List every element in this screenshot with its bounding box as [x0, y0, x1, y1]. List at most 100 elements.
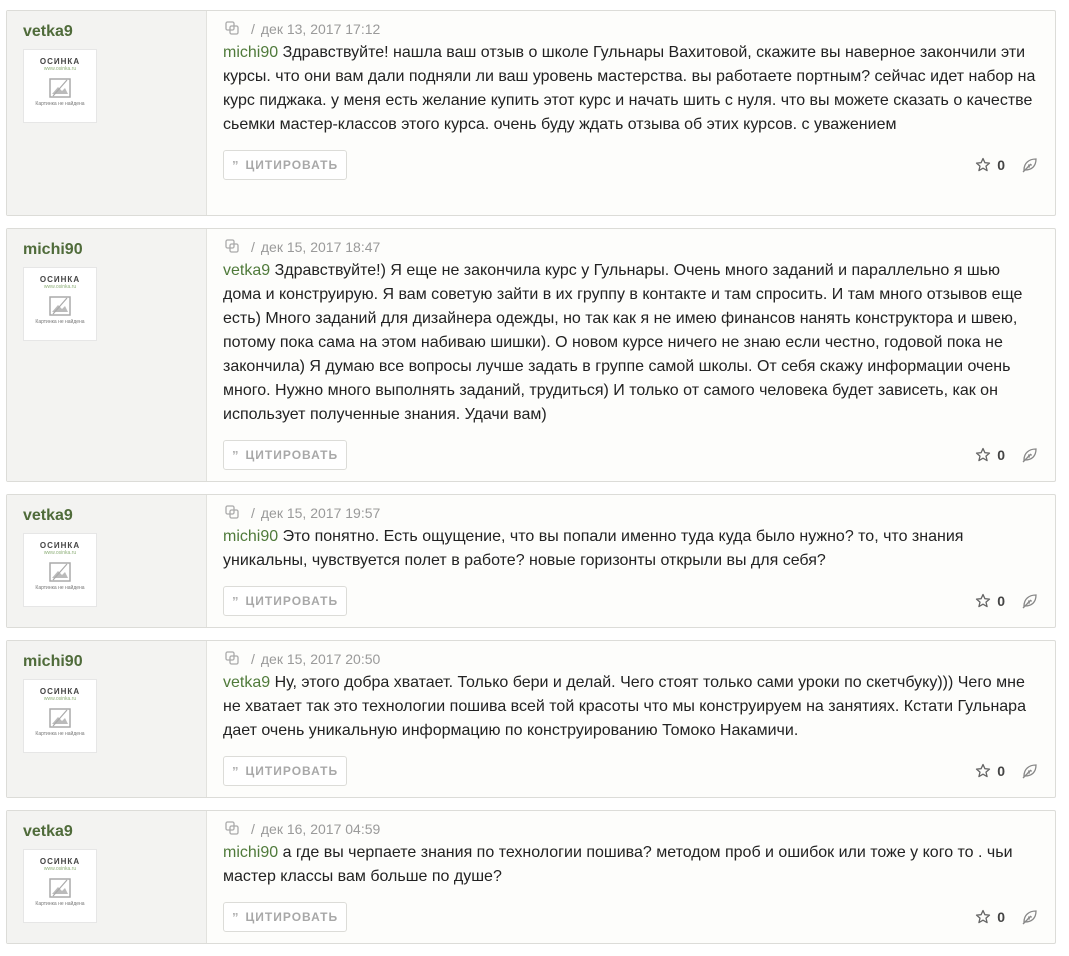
meta-separator: / — [251, 821, 255, 837]
post-body: / дек 13, 2017 17:12 michi90 Здравствуйт… — [207, 11, 1055, 215]
post-list: vetka9 ОСИНКА www.osinka.ru Картинка не … — [6, 10, 1056, 956]
mention-link[interactable]: vetka9 — [223, 262, 270, 279]
quote-icon: ” — [232, 763, 240, 779]
post-sidebar: vetka9 ОСИНКА www.osinka.ru Картинка не … — [7, 811, 207, 943]
avatar[interactable]: ОСИНКА www.osinka.ru Картинка не найдена — [23, 49, 97, 123]
avatar[interactable]: ОСИНКА www.osinka.ru Картинка не найдена — [23, 267, 97, 341]
quote-label: ЦИТИРОВАТЬ — [245, 594, 339, 608]
avatar[interactable]: ОСИНКА www.osinka.ru Картинка не найдена — [23, 533, 97, 607]
star-icon — [976, 157, 991, 172]
post-text: michi90 Это понятно. Есть ощущение, что … — [223, 525, 1039, 573]
quote-icon: ” — [232, 447, 240, 463]
post-date[interactable]: дек 16, 2017 04:59 — [261, 821, 380, 837]
post-message: а где вы черпаете знания по технологии п… — [223, 844, 1013, 885]
post-text: michi90 Здравствуйте! нашла ваш отзыв о … — [223, 41, 1039, 137]
author-name[interactable]: vetka9 — [23, 822, 206, 842]
mention-link[interactable]: michi90 — [223, 528, 278, 545]
quote-label: ЦИТИРОВАТЬ — [245, 158, 339, 172]
avatar[interactable]: ОСИНКА www.osinka.ru Картинка не найдена — [23, 679, 97, 753]
quote-label: ЦИТИРОВАТЬ — [245, 448, 339, 462]
post-sidebar: vetka9 ОСИНКА www.osinka.ru Картинка не … — [7, 495, 207, 627]
star-icon — [976, 909, 991, 924]
forum-post: vetka9 ОСИНКА www.osinka.ru Картинка не … — [6, 810, 1056, 944]
leaf-icon[interactable] — [1021, 909, 1039, 925]
author-name[interactable]: michi90 — [23, 240, 206, 260]
avatar-logo-text: ОСИНКА — [39, 687, 81, 696]
avatar-url-text: www.osinka.ru — [43, 66, 77, 72]
avatar-url-text: www.osinka.ru — [43, 284, 77, 290]
post-body: / дек 16, 2017 04:59 michi90 а где вы че… — [207, 811, 1055, 943]
like-count: 0 — [997, 447, 1005, 463]
avatar-logo-text: ОСИНКА — [39, 857, 81, 866]
avatar-url-text: www.osinka.ru — [43, 696, 77, 702]
quote-label: ЦИТИРОВАТЬ — [245, 910, 339, 924]
post-text: vetka9 Ну, этого добра хватает. Только б… — [223, 671, 1039, 743]
author-name[interactable]: vetka9 — [23, 22, 206, 42]
like-button[interactable]: 0 — [975, 763, 1005, 779]
copy-link-icon[interactable] — [225, 504, 239, 522]
leaf-icon[interactable] — [1021, 157, 1039, 173]
like-button[interactable]: 0 — [975, 447, 1005, 463]
author-name[interactable]: vetka9 — [23, 506, 206, 526]
post-meta: / дек 13, 2017 17:12 — [223, 20, 1039, 38]
post-meta: / дек 15, 2017 19:57 — [223, 504, 1039, 522]
quote-label: ЦИТИРОВАТЬ — [245, 764, 339, 778]
post-reactions: 0 — [975, 157, 1039, 173]
leaf-icon[interactable] — [1021, 447, 1039, 463]
post-actions: ” ЦИТИРОВАТЬ 0 — [223, 902, 1039, 932]
image-missing-icon — [49, 562, 71, 582]
post-sidebar: vetka9 ОСИНКА www.osinka.ru Картинка не … — [7, 11, 207, 215]
post-reactions: 0 — [975, 909, 1039, 925]
forum-post: vetka9 ОСИНКА www.osinka.ru Картинка не … — [6, 494, 1056, 628]
like-count: 0 — [997, 763, 1005, 779]
forum-post: michi90 ОСИНКА www.osinka.ru Картинка не… — [6, 228, 1056, 482]
post-reactions: 0 — [975, 593, 1039, 609]
post-date[interactable]: дек 15, 2017 18:47 — [261, 239, 380, 255]
star-icon — [976, 593, 991, 608]
copy-link-icon[interactable] — [225, 820, 239, 838]
post-date[interactable]: дек 15, 2017 19:57 — [261, 505, 380, 521]
post-actions: ” ЦИТИРОВАТЬ 0 — [223, 756, 1039, 786]
like-button[interactable]: 0 — [975, 157, 1005, 173]
avatar[interactable]: ОСИНКА www.osinka.ru Картинка не найдена — [23, 849, 97, 923]
post-body: / дек 15, 2017 20:50 vetka9 Ну, этого до… — [207, 641, 1055, 797]
leaf-icon[interactable] — [1021, 593, 1039, 609]
avatar-caption: Картинка не найдена — [35, 101, 85, 107]
post-sidebar: michi90 ОСИНКА www.osinka.ru Картинка не… — [7, 229, 207, 481]
avatar-caption: Картинка не найдена — [35, 731, 85, 737]
post-meta: / дек 16, 2017 04:59 — [223, 820, 1039, 838]
post-message: Здравствуйте!) Я еще не закончила курс у… — [223, 262, 1023, 423]
copy-link-icon[interactable] — [225, 650, 239, 668]
post-sidebar: michi90 ОСИНКА www.osinka.ru Картинка не… — [7, 641, 207, 797]
mention-link[interactable]: michi90 — [223, 844, 278, 861]
post-actions: ” ЦИТИРОВАТЬ 0 — [223, 586, 1039, 616]
leaf-icon[interactable] — [1021, 763, 1039, 779]
quote-button[interactable]: ” ЦИТИРОВАТЬ — [223, 756, 348, 786]
quote-button[interactable]: ” ЦИТИРОВАТЬ — [223, 150, 348, 180]
post-message: Это понятно. Есть ощущение, что вы попал… — [223, 528, 964, 569]
quote-button[interactable]: ” ЦИТИРОВАТЬ — [223, 902, 348, 932]
post-reactions: 0 — [975, 763, 1039, 779]
like-button[interactable]: 0 — [975, 593, 1005, 609]
mention-link[interactable]: michi90 — [223, 44, 278, 61]
like-button[interactable]: 0 — [975, 909, 1005, 925]
copy-link-icon[interactable] — [225, 238, 239, 256]
image-missing-icon — [49, 708, 71, 728]
post-message: Здравствуйте! нашла ваш отзыв о школе Гу… — [223, 44, 1036, 133]
post-date[interactable]: дек 15, 2017 20:50 — [261, 651, 380, 667]
like-count: 0 — [997, 593, 1005, 609]
post-body: / дек 15, 2017 18:47 vetka9 Здравствуйте… — [207, 229, 1055, 481]
post-date[interactable]: дек 13, 2017 17:12 — [261, 21, 380, 37]
author-name[interactable]: michi90 — [23, 652, 206, 672]
copy-link-icon[interactable] — [225, 20, 239, 38]
post-actions: ” ЦИТИРОВАТЬ 0 — [223, 440, 1039, 470]
avatar-logo-text: ОСИНКА — [39, 541, 81, 550]
star-icon — [976, 763, 991, 778]
meta-separator: / — [251, 651, 255, 667]
image-missing-icon — [49, 78, 71, 98]
quote-button[interactable]: ” ЦИТИРОВАТЬ — [223, 586, 348, 616]
mention-link[interactable]: vetka9 — [223, 674, 270, 691]
post-reactions: 0 — [975, 447, 1039, 463]
forum-post: vetka9 ОСИНКА www.osinka.ru Картинка не … — [6, 10, 1056, 216]
quote-button[interactable]: ” ЦИТИРОВАТЬ — [223, 440, 348, 470]
